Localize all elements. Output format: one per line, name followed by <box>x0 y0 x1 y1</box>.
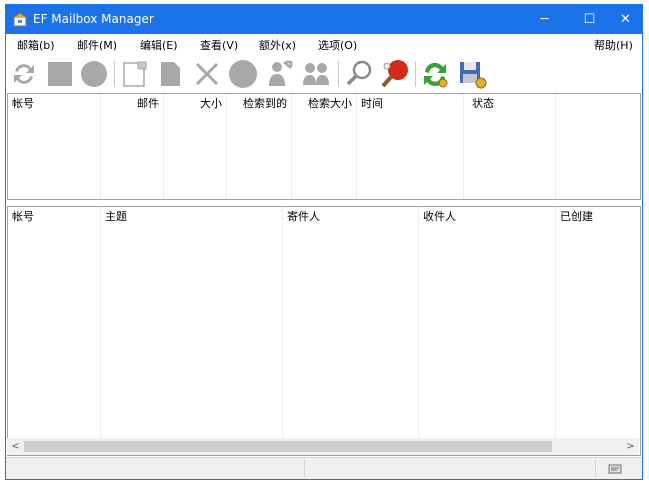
menu-edit[interactable]: 编辑(E) <box>140 37 178 53</box>
users-icon[interactable] <box>264 58 296 90</box>
status-bar <box>6 457 642 479</box>
close-button[interactable]: ✕ <box>603 5 648 34</box>
menu-mailbox[interactable]: 邮箱(b) <box>17 37 55 53</box>
status-cell-secondary <box>305 460 596 477</box>
column-divider <box>163 94 164 199</box>
column-header-account[interactable]: 帐号 <box>8 207 100 227</box>
column-header-retrieved[interactable]: 检索到的 <box>227 94 291 114</box>
toolbar <box>6 55 642 93</box>
column-divider <box>555 94 556 199</box>
column-header-status[interactable]: 状态 <box>464 94 554 114</box>
circle-icon[interactable] <box>227 58 259 90</box>
column-divider <box>291 94 292 199</box>
column-divider <box>356 94 357 199</box>
status-cell-main <box>6 460 305 477</box>
column-divider <box>100 207 101 455</box>
status-connection-icon <box>607 461 623 477</box>
title-bar: EF Mailbox Manager ─ ☐ ✕ <box>6 5 642 34</box>
column-header-time[interactable]: 时间 <box>357 94 463 114</box>
scrollbar-thumb[interactable] <box>24 441 552 452</box>
column-divider <box>100 94 101 199</box>
menu-view[interactable]: 查看(V) <box>200 37 238 53</box>
column-header-retrieved-size[interactable]: 检索大小 <box>292 94 356 114</box>
column-header-subject[interactable]: 主题 <box>101 207 281 227</box>
group-icon[interactable] <box>300 58 332 90</box>
messages-table: 帐号 主题 寄件人 收件人 已创建 <box>7 206 641 456</box>
refresh-icon[interactable] <box>8 58 40 90</box>
column-divider <box>418 207 419 455</box>
save-icon[interactable] <box>456 58 488 90</box>
column-header-account[interactable]: 帐号 <box>8 94 100 114</box>
minimize-button[interactable]: ─ <box>522 5 567 34</box>
column-header-sender[interactable]: 寄件人 <box>283 207 417 227</box>
toolbar-separator <box>338 61 339 87</box>
column-divider <box>463 94 464 199</box>
menu-message[interactable]: 邮件(M) <box>77 37 117 53</box>
accounts-table: 帐号 邮件 大小 检索到的 检索大小 时间 状态 <box>7 93 641 200</box>
search-icon[interactable] <box>343 58 375 90</box>
ping-pong-icon[interactable] <box>379 58 411 90</box>
menu-options[interactable]: 选项(O) <box>318 37 357 53</box>
app-window: EF Mailbox Manager ─ ☐ ✕ 邮箱(b) 邮件(M) 编辑(… <box>5 4 643 480</box>
column-header-recipient[interactable]: 收件人 <box>419 207 554 227</box>
scroll-left-icon[interactable]: < <box>7 438 24 455</box>
sync-icon[interactable] <box>419 58 451 90</box>
toolbar-separator <box>114 61 115 87</box>
delete-icon[interactable] <box>191 58 223 90</box>
horizontal-scrollbar[interactable]: < > <box>7 438 639 455</box>
column-header-size[interactable]: 大小 <box>164 94 226 114</box>
menu-bar: 邮箱(b) 邮件(M) 编辑(E) 查看(V) 额外(x) 选项(O) 帮助(H… <box>6 34 642 55</box>
stop-icon[interactable] <box>44 58 76 90</box>
toolbar-separator <box>415 61 416 87</box>
column-divider <box>555 207 556 455</box>
document-icon[interactable] <box>154 58 186 90</box>
menu-extra[interactable]: 额外(x) <box>259 37 296 53</box>
column-header-created[interactable]: 已创建 <box>556 207 640 227</box>
new-message-icon[interactable] <box>118 58 150 90</box>
window-title: EF Mailbox Manager <box>33 12 154 26</box>
column-header-messages[interactable]: 邮件 <box>101 94 163 114</box>
column-divider <box>226 94 227 199</box>
scroll-right-icon[interactable]: > <box>622 438 639 455</box>
app-logo-icon <box>12 11 28 27</box>
record-icon[interactable] <box>78 58 110 90</box>
menu-help[interactable]: 帮助(H) <box>594 37 633 53</box>
column-divider <box>282 207 283 455</box>
